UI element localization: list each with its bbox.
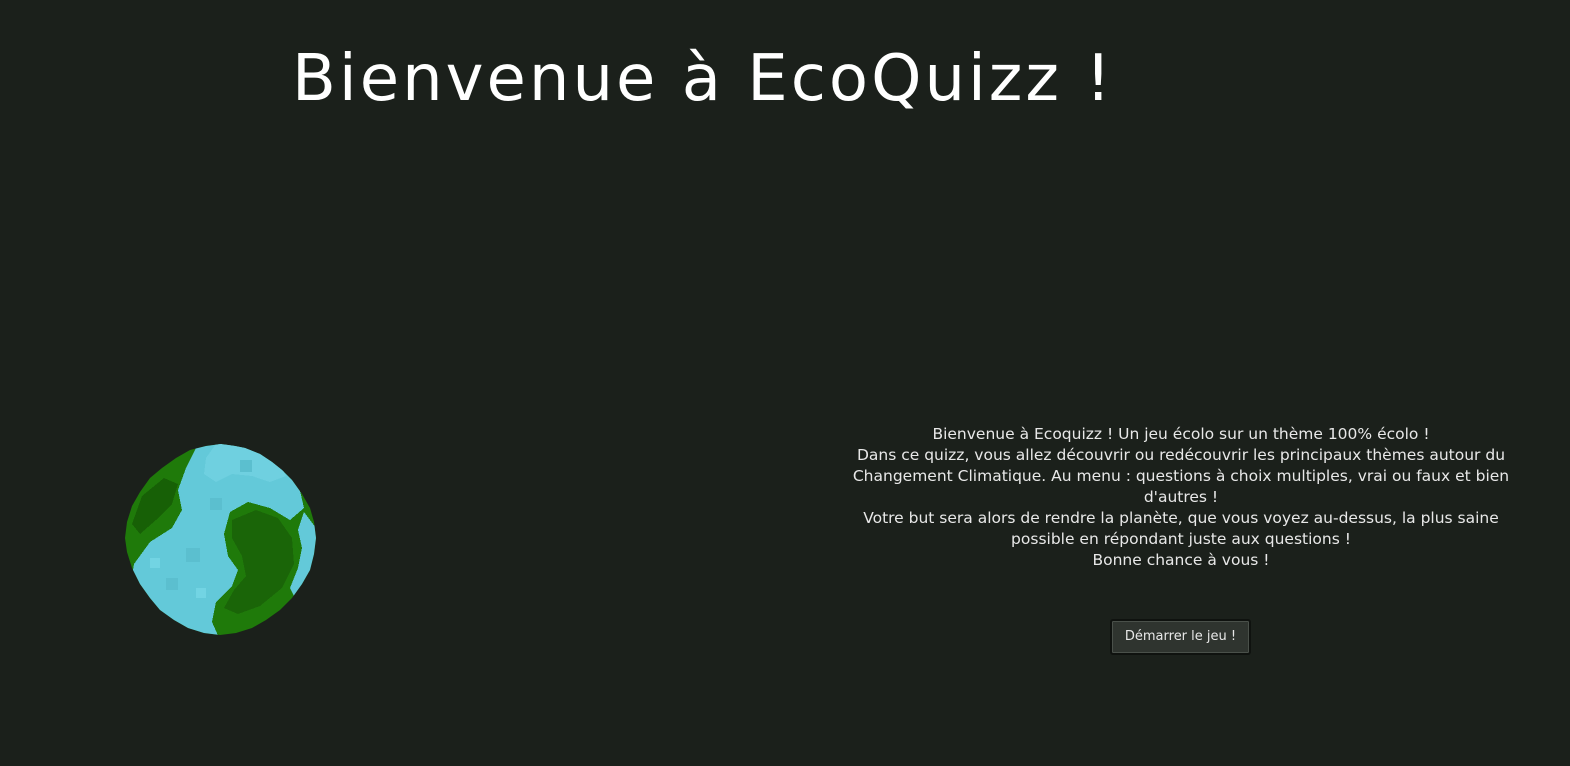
intro-line: Votre but sera alors de rendre la planèt…: [863, 509, 1499, 548]
pixel-earth-icon: [120, 438, 322, 640]
intro-text: Bienvenue à Ecoquizz ! Un jeu écolo sur …: [845, 424, 1517, 571]
planet-icon: [120, 438, 322, 640]
intro-line: Dans ce quizz, vous allez découvrir ou r…: [852, 446, 1510, 506]
intro-line: Bienvenue à Ecoquizz ! Un jeu écolo sur …: [932, 425, 1430, 443]
intro-line: Bonne chance à vous !: [1092, 551, 1270, 569]
welcome-page: Bienvenue à EcoQuizz ! Bienvenue à Ecoqu…: [0, 0, 1570, 766]
start-game-button[interactable]: Démarrer le jeu !: [1110, 619, 1251, 655]
page-title: Bienvenue à EcoQuizz !: [292, 42, 1114, 116]
